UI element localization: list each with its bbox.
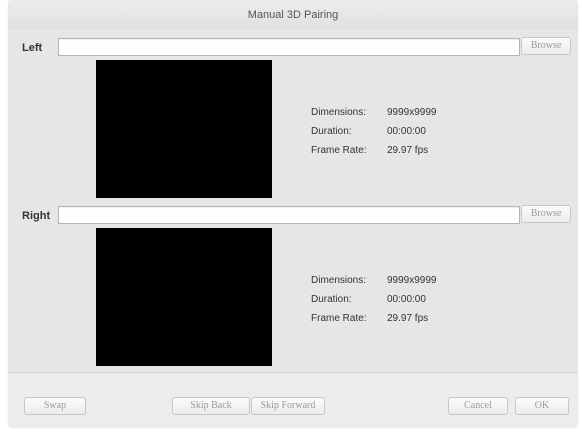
right-info-panel: Dimensions: 9999x9999 Duration: 00:00:00… bbox=[311, 275, 511, 335]
left-video-preview bbox=[96, 60, 272, 198]
right-frame-rate-value: 29.97 fps bbox=[387, 313, 429, 324]
right-browse-button[interactable]: Browse bbox=[521, 205, 571, 223]
left-duration-value: 00:00:00 bbox=[387, 126, 426, 137]
right-path-field[interactable] bbox=[58, 206, 520, 224]
dialog-footer: Swap Skip Back Skip Forward Cancel OK bbox=[8, 372, 578, 428]
left-frame-rate-value: 29.97 fps bbox=[387, 145, 429, 156]
right-dimensions-label: Dimensions: bbox=[311, 275, 367, 286]
left-dimensions-label: Dimensions: bbox=[311, 107, 367, 118]
title-bar: Manual 3D Pairing bbox=[8, 0, 578, 30]
manual-3d-pairing-dialog: Manual 3D Pairing Left Browse Dimensions… bbox=[8, 0, 578, 428]
window-title: Manual 3D Pairing bbox=[247, 9, 339, 21]
right-duration-value: 00:00:00 bbox=[387, 294, 426, 305]
skip-back-button[interactable]: Skip Back bbox=[172, 397, 250, 415]
left-label: Left bbox=[22, 42, 43, 54]
left-dimensions-value: 9999x9999 bbox=[387, 107, 437, 118]
right-duration-label: Duration: bbox=[311, 294, 352, 305]
left-browse-button[interactable]: Browse bbox=[521, 37, 571, 55]
left-path-field[interactable] bbox=[58, 38, 520, 56]
skip-forward-button[interactable]: Skip Forward bbox=[251, 397, 325, 415]
right-dimensions-value: 9999x9999 bbox=[387, 275, 437, 286]
left-info-panel: Dimensions: 9999x9999 Duration: 00:00:00… bbox=[311, 107, 511, 167]
cancel-button[interactable]: Cancel bbox=[448, 397, 508, 415]
ok-button[interactable]: OK bbox=[515, 397, 569, 415]
right-video-preview bbox=[96, 228, 272, 366]
left-frame-rate-label: Frame Rate: bbox=[311, 145, 367, 156]
right-label: Right bbox=[22, 210, 51, 222]
right-frame-rate-label: Frame Rate: bbox=[311, 313, 367, 324]
left-duration-label: Duration: bbox=[311, 126, 352, 137]
swap-button[interactable]: Swap bbox=[24, 397, 86, 415]
